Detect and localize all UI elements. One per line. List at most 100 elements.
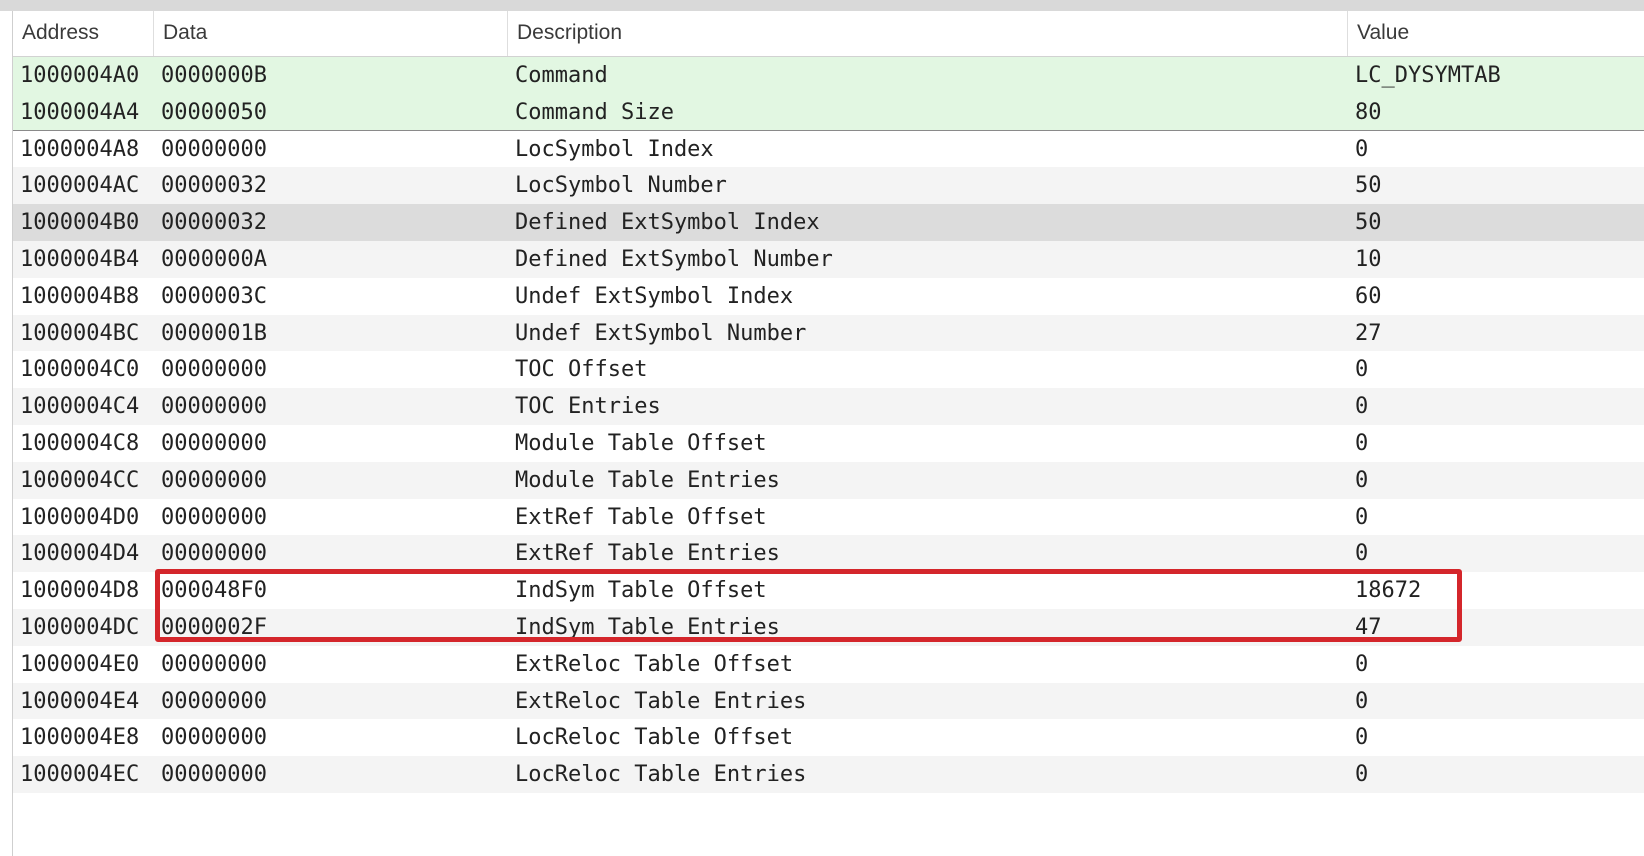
- address-cell: 1000004EC: [20, 762, 140, 788]
- description-cell: Module Table Offset: [515, 430, 767, 456]
- description-cell: Defined ExtSymbol Index: [515, 210, 820, 236]
- value-cell: 10: [1355, 246, 1382, 272]
- table-row[interactable]: 1000004E8 00000000 LocReloc Table Offset…: [13, 719, 1644, 757]
- table-row[interactable]: 1000004E4 00000000 ExtReloc Table Entrie…: [13, 682, 1644, 720]
- description-cell: Command Size: [515, 99, 674, 125]
- description-cell: Defined ExtSymbol Number: [515, 246, 833, 272]
- table-row[interactable]: 1000004B8 0000003C Undef ExtSymbol Index…: [13, 277, 1644, 315]
- value-cell: 50: [1355, 210, 1382, 236]
- data-cell: 00000000: [161, 136, 267, 162]
- address-cell: 1000004B8: [20, 283, 140, 309]
- data-cell: 00000000: [161, 541, 267, 567]
- address-cell: 1000004E8: [20, 725, 140, 751]
- data-cell: 00000000: [161, 394, 267, 420]
- value-cell: 0: [1355, 651, 1369, 677]
- table-row[interactable]: 1000004E0 00000000 ExtReloc Table Offset…: [13, 645, 1644, 683]
- data-cell: 0000000A: [161, 246, 267, 272]
- table-row[interactable]: 1000004C8 00000000 Module Table Offset 0: [13, 424, 1644, 462]
- column-header-description[interactable]: Description: [507, 11, 1347, 56]
- table-row[interactable]: 1000004D4 00000000 ExtRef Table Entries …: [13, 535, 1644, 573]
- value-cell: 60: [1355, 283, 1382, 309]
- address-cell: 1000004D0: [20, 504, 140, 530]
- table-row[interactable]: 1000004DC 0000002F IndSym Table Entries …: [13, 608, 1644, 646]
- address-cell: 1000004D8: [20, 578, 140, 604]
- table-body: 1000004A0 0000000B Command LC_DYSYMTAB 1…: [13, 57, 1644, 793]
- address-cell: 1000004C0: [20, 357, 140, 383]
- data-cell: 00000000: [161, 504, 267, 530]
- value-cell: 0: [1355, 136, 1369, 162]
- data-cell: 0000003C: [161, 283, 267, 309]
- data-cell: 0000001B: [161, 320, 267, 346]
- table-row[interactable]: 1000004CC 00000000 Module Table Entries …: [13, 461, 1644, 499]
- data-cell: 00000000: [161, 357, 267, 383]
- value-cell: 0: [1355, 762, 1369, 788]
- value-cell: 0: [1355, 430, 1369, 456]
- value-cell: 27: [1355, 320, 1382, 346]
- data-cell: 00000000: [161, 688, 267, 714]
- value-cell: 0: [1355, 504, 1369, 530]
- address-cell: 1000004E0: [20, 651, 140, 677]
- address-cell: 1000004A4: [20, 99, 140, 125]
- column-header-value[interactable]: Value: [1347, 11, 1644, 56]
- address-cell: 1000004C8: [20, 430, 140, 456]
- address-cell: 1000004A8: [20, 136, 140, 162]
- description-cell: ExtReloc Table Entries: [515, 688, 807, 714]
- table-row[interactable]: 1000004AC 00000032 LocSymbol Number 50: [13, 167, 1644, 205]
- data-cell: 0000000B: [161, 63, 267, 88]
- data-cell: 000048F0: [161, 578, 267, 604]
- table-row[interactable]: 1000004A4 00000050 Command Size 80: [13, 93, 1644, 131]
- description-cell: ExtRef Table Entries: [515, 541, 780, 567]
- address-cell: 1000004A0: [20, 63, 140, 88]
- table-row[interactable]: 1000004B4 0000000A Defined ExtSymbol Num…: [13, 240, 1644, 278]
- table-row[interactable]: 1000004BC 0000001B Undef ExtSymbol Numbe…: [13, 314, 1644, 352]
- description-cell: TOC Offset: [515, 357, 648, 383]
- table-row[interactable]: 1000004D0 00000000 ExtRef Table Offset 0: [13, 498, 1644, 536]
- description-cell: ExtReloc Table Offset: [515, 651, 794, 677]
- address-cell: 1000004B4: [20, 246, 140, 272]
- description-cell: IndSym Table Offset: [515, 578, 767, 604]
- value-cell: 0: [1355, 357, 1369, 383]
- table-header: Address Data Description Value: [13, 11, 1644, 57]
- table-row[interactable]: 1000004D8 000048F0 IndSym Table Offset 1…: [13, 572, 1644, 609]
- data-cell: 00000000: [161, 762, 267, 788]
- value-cell: 0: [1355, 541, 1369, 567]
- description-cell: LocSymbol Index: [515, 136, 714, 162]
- description-cell: Module Table Entries: [515, 467, 780, 493]
- address-cell: 1000004D4: [20, 541, 140, 567]
- description-cell: Command: [515, 63, 608, 88]
- data-cell: 00000000: [161, 651, 267, 677]
- value-cell: 0: [1355, 688, 1369, 714]
- column-header-data[interactable]: Data: [153, 11, 507, 56]
- value-cell: 80: [1355, 99, 1382, 125]
- data-cell: 00000032: [161, 173, 267, 199]
- table-row[interactable]: 1000004A0 0000000B Command LC_DYSYMTAB: [13, 57, 1644, 94]
- description-cell: TOC Entries: [515, 394, 661, 420]
- description-cell: Undef ExtSymbol Number: [515, 320, 807, 346]
- address-cell: 1000004DC: [20, 614, 140, 640]
- data-cell: 00000000: [161, 467, 267, 493]
- value-cell: 0: [1355, 467, 1369, 493]
- table-row[interactable]: 1000004C0 00000000 TOC Offset 0: [13, 351, 1644, 389]
- address-cell: 1000004AC: [20, 173, 140, 199]
- value-cell: LC_DYSYMTAB: [1355, 63, 1501, 88]
- table-row[interactable]: 1000004C4 00000000 TOC Entries 0: [13, 388, 1644, 425]
- data-cell: 0000002F: [161, 614, 267, 640]
- description-cell: LocSymbol Number: [515, 173, 727, 199]
- description-cell: LocReloc Table Offset: [515, 725, 794, 751]
- value-cell: 18672: [1355, 578, 1422, 604]
- description-cell: Undef ExtSymbol Index: [515, 283, 794, 309]
- column-header-address[interactable]: Address: [13, 11, 153, 56]
- value-cell: 47: [1355, 614, 1382, 640]
- table-row[interactable]: 1000004A8 00000000 LocSymbol Index 0: [13, 130, 1644, 168]
- address-cell: 1000004E4: [20, 688, 140, 714]
- table-row[interactable]: 1000004EC 00000000 LocReloc Table Entrie…: [13, 756, 1644, 793]
- data-cell: 00000000: [161, 430, 267, 456]
- address-cell: 1000004B0: [20, 210, 140, 236]
- table-row-selected[interactable]: 1000004B0 00000032 Defined ExtSymbol Ind…: [13, 204, 1644, 241]
- load-command-table: Address Data Description Value 1000004A0…: [12, 11, 1644, 856]
- address-cell: 1000004CC: [20, 467, 140, 493]
- data-cell: 00000050: [161, 99, 267, 125]
- description-cell: IndSym Table Entries: [515, 614, 780, 640]
- address-cell: 1000004BC: [20, 320, 140, 346]
- data-cell: 00000000: [161, 725, 267, 751]
